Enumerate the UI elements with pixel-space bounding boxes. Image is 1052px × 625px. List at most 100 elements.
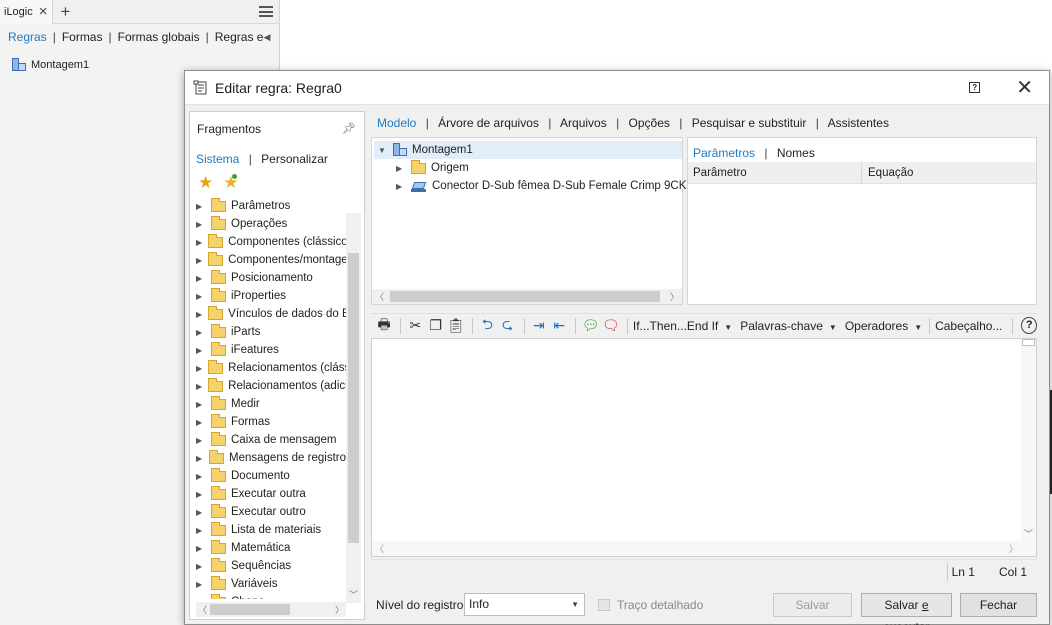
ilogic-tab[interactable]: iLogic × xyxy=(0,0,53,24)
snippet-folder-item[interactable]: ▶ iProperties xyxy=(196,287,346,305)
expand-arrow-right-icon[interactable]: ▶ xyxy=(196,544,205,553)
expand-arrow-right-icon[interactable]: ▶ xyxy=(196,562,205,571)
uncomment-icon[interactable]: 🗨︎ xyxy=(602,316,620,336)
expand-arrow-right-icon[interactable]: ▶ xyxy=(196,238,202,247)
tab-formas[interactable]: Formas xyxy=(62,30,103,44)
expand-arrow-right-icon[interactable]: ▶ xyxy=(196,310,202,319)
snippet-folder-item[interactable]: ▶ Documento xyxy=(196,467,346,485)
tab-personalizar[interactable]: Personalizar xyxy=(261,152,328,166)
snippet-folder-item[interactable]: ▶ iParts xyxy=(196,323,346,341)
tab-pesquisar-e-substituir[interactable]: Pesquisar e substituir xyxy=(692,116,807,130)
snippets-horizontal-scrollbar[interactable]: 〈 〉 xyxy=(196,602,346,617)
tab-opcoes[interactable]: Opções xyxy=(629,116,670,130)
expand-arrow-right-icon[interactable]: ▶ xyxy=(196,364,202,373)
expand-arrow-right-icon[interactable]: ▶ xyxy=(196,202,205,211)
snippet-folder-item[interactable]: ▶ Componentes/montage xyxy=(196,251,346,269)
scroll-down-icon[interactable]: ﹀ xyxy=(349,588,358,601)
copy-icon[interactable]: ❐ xyxy=(427,316,445,336)
snippet-folder-item[interactable]: ▶ iFeatures xyxy=(196,341,346,359)
comment-icon[interactable]: 💬︎ xyxy=(581,316,600,336)
close-button[interactable]: Fechar xyxy=(960,593,1037,617)
snippet-folder-item[interactable]: ▶ Relacionamentos (clássi xyxy=(196,359,346,377)
expand-arrow-right-icon[interactable]: ▶ xyxy=(196,472,205,481)
scroll-left-icon[interactable]: 〈 xyxy=(375,290,384,303)
scroll-left-icon[interactable]: 〈 xyxy=(375,542,384,555)
pin-icon[interactable]: 📌︎ xyxy=(342,122,356,135)
scroll-left-icon[interactable]: ◀ xyxy=(263,32,270,43)
close-icon[interactable]: × xyxy=(39,4,48,19)
dialog-titlebar[interactable]: Editar regra: Regra0 ? ✕ xyxy=(185,71,1049,105)
scrollbar-thumb[interactable] xyxy=(348,253,359,543)
expand-arrow-down-icon[interactable]: ▼ xyxy=(378,146,387,155)
snippet-folder-item[interactable]: ▶ Parâmetros xyxy=(196,197,346,215)
tab-regras-externas[interactable]: Regras e xyxy=(215,30,264,44)
detailed-trace-option[interactable]: Traço detalhado xyxy=(598,598,703,612)
snippet-folder-item[interactable]: ▶ Matemática xyxy=(196,539,346,557)
keywords-menu[interactable]: Palavras-chave ▼ xyxy=(740,319,837,333)
expand-arrow-right-icon[interactable]: ▶ xyxy=(196,220,205,229)
snippet-folder-item[interactable]: ▶ Mensagens de registro xyxy=(196,449,346,467)
operators-menu[interactable]: Operadores ▼ xyxy=(845,319,922,333)
expand-arrow-right-icon[interactable]: ▶ xyxy=(196,436,205,445)
snippet-folder-item[interactable]: ▶ Variáveis xyxy=(196,575,346,593)
scroll-down-icon[interactable]: ﹀ xyxy=(1024,527,1033,540)
scrollbar-thumb[interactable] xyxy=(390,291,660,302)
expand-arrow-right-icon[interactable]: ▶ xyxy=(196,490,205,499)
scroll-left-icon[interactable]: 〈 xyxy=(198,603,207,616)
expand-arrow-right-icon[interactable]: ▶ xyxy=(196,508,205,517)
undo-icon[interactable]: ⮌ xyxy=(478,316,496,336)
redo-icon[interactable]: ⮎ xyxy=(498,316,516,336)
add-favorite-star-icon[interactable]: ★ xyxy=(223,174,239,191)
scrollbar-thumb[interactable] xyxy=(210,604,290,615)
tree-item-root[interactable]: ▼ Montagem1 xyxy=(374,141,682,159)
expand-arrow-right-icon[interactable]: ▶ xyxy=(196,598,205,600)
snippet-folder-item[interactable]: ▶ Relacionamentos (adicio xyxy=(196,377,346,395)
cut-icon[interactable]: ✂︎ xyxy=(406,316,424,336)
expand-arrow-right-icon[interactable]: ▶ xyxy=(196,454,203,463)
snippet-folder-item[interactable]: ▶ Executar outro xyxy=(196,503,346,521)
editor-vertical-scrollbar[interactable]: ﹀ xyxy=(1021,339,1036,542)
snippet-folder-item[interactable]: ▶ Executar outra xyxy=(196,485,346,503)
header-button[interactable]: Cabeçalho... xyxy=(935,319,1002,333)
scroll-right-icon[interactable]: 〉 xyxy=(1009,542,1018,555)
snippet-folder-item[interactable]: ▶ Medir xyxy=(196,395,346,413)
column-header-equacao[interactable]: Equação xyxy=(862,167,913,179)
snippet-folder-item[interactable]: ▶ Chapa xyxy=(196,593,346,599)
expand-arrow-right-icon[interactable]: ▶ xyxy=(196,274,205,283)
expand-arrow-right-icon[interactable]: ▶ xyxy=(196,382,202,391)
code-editor[interactable]: ﹀ 〈 〉 xyxy=(371,338,1037,557)
snippet-folder-item[interactable]: ▶ Vínculos de dados do Ex xyxy=(196,305,346,323)
log-level-select[interactable]: Info ▼ xyxy=(464,593,585,616)
snippet-folder-item[interactable]: ▶ Formas xyxy=(196,413,346,431)
if-then-menu[interactable]: If...Then...End If ▼ xyxy=(633,319,732,333)
detailed-trace-checkbox[interactable] xyxy=(598,599,610,611)
snippet-folder-item[interactable]: ▶ Caixa de mensagem xyxy=(196,431,346,449)
expand-arrow-right-icon[interactable]: ▶ xyxy=(196,328,205,337)
tab-modelo[interactable]: Modelo xyxy=(377,116,416,130)
hamburger-menu-icon[interactable] xyxy=(259,6,273,17)
scroll-right-icon[interactable]: 〉 xyxy=(335,603,344,616)
tab-parametros[interactable]: Parâmetros xyxy=(693,146,755,160)
expand-arrow-right-icon[interactable]: ▶ xyxy=(196,418,205,427)
tab-arvore-de-arquivos[interactable]: Árvore de arquivos xyxy=(438,116,539,130)
editor-horizontal-scrollbar[interactable]: 〈 〉 xyxy=(372,541,1036,556)
snippet-folder-item[interactable]: ▶ Operações xyxy=(196,215,346,233)
expand-arrow-right-icon[interactable]: ▶ xyxy=(196,292,205,301)
tab-assistentes[interactable]: Assistentes xyxy=(828,116,889,130)
expand-arrow-right-icon[interactable]: ▶ xyxy=(196,526,205,535)
snippet-folder-item[interactable]: ▶ Componentes (clássico) xyxy=(196,233,346,251)
save-and-run-button[interactable]: Salvar e executar xyxy=(861,593,952,625)
tab-formas-globais[interactable]: Formas globais xyxy=(118,30,200,44)
tree-item-origin[interactable]: ▶ Origem xyxy=(396,159,469,177)
expand-arrow-right-icon[interactable]: ▶ xyxy=(196,400,205,409)
help-icon[interactable]: ? xyxy=(1021,317,1038,334)
expand-arrow-right-icon[interactable]: ▶ xyxy=(396,182,405,191)
paste-icon[interactable]: 📋︎ xyxy=(447,316,465,336)
scroll-right-icon[interactable]: 〉 xyxy=(670,290,679,303)
print-icon[interactable]: 🖶︎ xyxy=(375,316,393,336)
tab-sistema[interactable]: Sistema xyxy=(196,152,239,166)
add-tab-plus-icon[interactable]: + xyxy=(61,3,71,20)
expand-arrow-right-icon[interactable]: ▶ xyxy=(196,346,205,355)
tab-arquivos[interactable]: Arquivos xyxy=(560,116,607,130)
expand-arrow-right-icon[interactable]: ▶ xyxy=(396,164,405,173)
